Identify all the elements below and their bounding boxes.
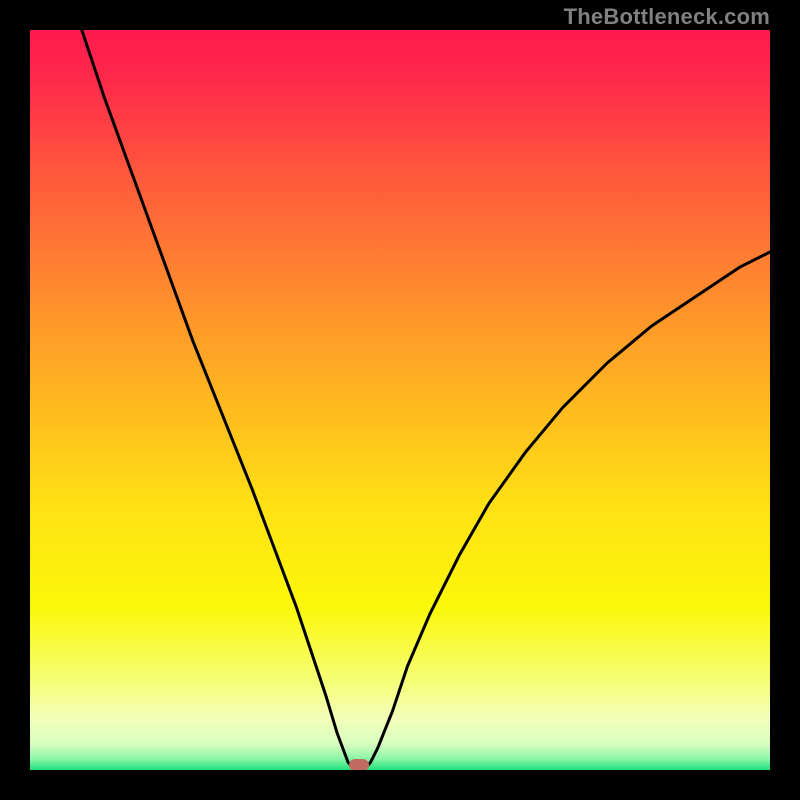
chart-plot-area bbox=[30, 30, 770, 770]
chart-frame: TheBottleneck.com bbox=[0, 0, 800, 800]
optimal-point-marker bbox=[349, 759, 369, 770]
bottleneck-curve bbox=[30, 30, 770, 770]
watermark-text: TheBottleneck.com bbox=[564, 4, 770, 30]
